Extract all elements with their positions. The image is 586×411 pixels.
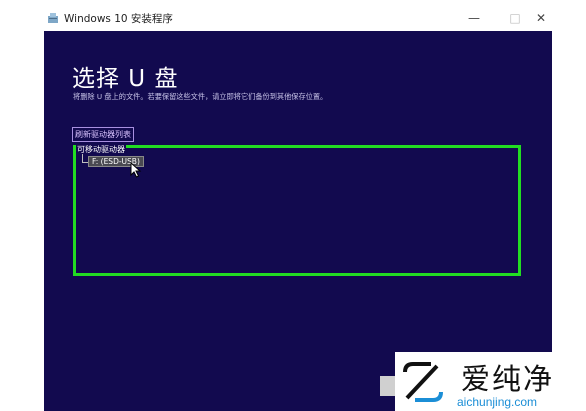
close-button[interactable]: ✕	[529, 9, 553, 27]
watermark-url: aichunjing.com	[457, 395, 538, 409]
setup-icon	[48, 13, 58, 23]
page-title: 选择 U 盘	[72, 66, 179, 92]
maximize-button[interactable]: □	[503, 9, 527, 27]
watermark-logo-icon	[403, 362, 443, 402]
watermark: 爱纯净 aichunjing.com	[395, 352, 586, 411]
watermark-name: 爱纯净	[461, 362, 555, 396]
setup-window: Windows 10 安装程序 — □ ✕ 选择 U 盘 将删除 U 盘上的文件…	[44, 4, 552, 411]
refresh-drives-link[interactable]: 刷新驱动器列表	[72, 127, 134, 142]
page-subtitle: 将删除 U 盘上的文件。若要保留这些文件，请立即将它们备份到其他保存位置。	[73, 92, 328, 101]
window-title: Windows 10 安装程序	[64, 13, 173, 25]
mouse-cursor-icon	[130, 162, 142, 178]
title-bar: Windows 10 安装程序 — □ ✕	[44, 4, 552, 31]
minimize-button[interactable]: —	[462, 9, 486, 27]
